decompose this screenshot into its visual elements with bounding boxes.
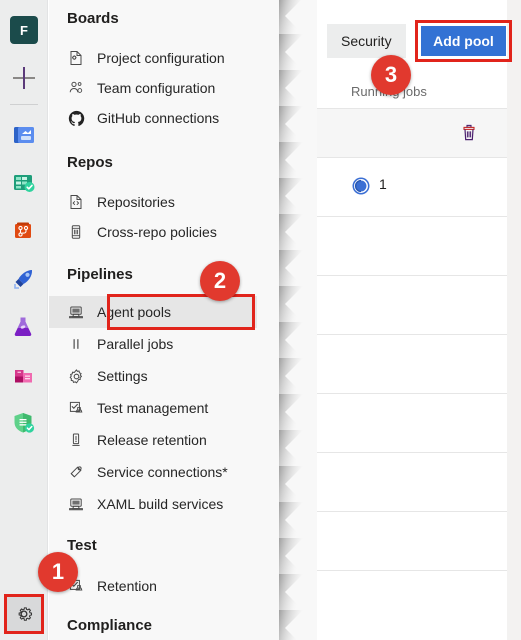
nav-item-settings[interactable]: Settings [49,362,148,390]
rail-item-boards[interactable] [0,111,48,159]
pool-status-icon [351,176,371,196]
test-plans-flask-icon [14,317,32,337]
callout-badge-1: 1 [38,552,78,592]
table-row-divider [317,334,507,335]
nav-section-pipelines: Pipelines [67,266,133,283]
nav-item-label: Project configuration [97,50,225,66]
nav-item-label: Repositories [97,194,175,210]
nav-item-label: Cross-repo policies [97,224,217,240]
delete-icon[interactable] [459,123,479,143]
table-row-toolbar[interactable] [317,108,507,158]
nav-section-boards: Boards [67,10,119,27]
artifacts-icon [15,370,32,383]
parallel-jobs-icon [67,335,85,353]
rail-item-pipelines[interactable] [0,255,48,303]
boards-icon [14,127,34,143]
nav-item-parallel-jobs[interactable]: Parallel jobs [49,330,173,358]
pool-running-jobs-count: 1 [379,176,387,192]
rail-item-artifacts[interactable] [0,351,48,399]
create-new-button[interactable] [0,54,48,102]
table-row-divider [317,511,507,512]
repos-icon [15,222,31,238]
nav-item-label: Release retention [97,432,207,448]
repositories-icon [67,193,85,211]
table-row-divider [317,393,507,394]
nav-item-xaml-build-services[interactable]: XAML build services [49,490,223,518]
content-tabbar: Security Add pool [317,20,521,62]
nav-item-repositories[interactable]: Repositories [49,188,175,216]
project-settings-button[interactable] [4,594,44,634]
nav-item-label: XAML build services [97,496,224,512]
table-row[interactable]: 1 [317,158,507,216]
github-icon [67,109,85,127]
nav-item-project-configuration[interactable]: Project configuration [49,44,225,72]
org-initial: F [10,16,38,44]
torn-edge-decoration [279,0,303,640]
agent-pools-content: Security Add pool Running jobs 1 [317,0,521,640]
nav-section-compliance: Compliance [67,617,153,634]
nav-item-label: Parallel jobs [97,336,174,352]
nav-item-label: GitHub connections [97,110,220,126]
nav-item-label: Settings [97,368,148,384]
nav-item-service-connections[interactable]: Service connections* [49,458,228,486]
agent-pools-icon [67,303,85,321]
team-configuration-icon [67,79,85,97]
content-scrollbar-track[interactable] [507,0,521,640]
table-row-divider [317,570,507,571]
security-shield-icon [14,413,35,433]
gear-icon [18,607,33,621]
project-configuration-icon [67,49,85,67]
screenshot-root: F Boards Project configuration Team conf… [0,0,521,640]
agent-pools-grid: Running jobs 1 [317,62,507,640]
callout-badge-2: 2 [200,261,240,301]
nav-item-github-connections[interactable]: GitHub connections [49,104,219,132]
nav-item-cross-repo-policies[interactable]: Cross-repo policies [49,218,217,246]
tab-security-label: Security [341,33,392,49]
nav-section-repos: Repos [67,154,113,171]
nav-item-team-configuration[interactable]: Team configuration [49,74,215,102]
callout-badge-3: 3 [371,55,411,95]
xaml-build-services-icon [67,495,85,513]
rail-item-security[interactable] [0,399,48,447]
test-management-icon [67,399,85,417]
add-pool-button[interactable]: Add pool [421,26,506,56]
app-rail: F [0,0,48,640]
nav-section-test: Test [67,537,97,554]
cross-repo-policies-icon [67,223,85,241]
test-plans-grid-icon [14,175,35,192]
org-avatar[interactable]: F [0,6,48,54]
nav-item-label: Test management [97,400,209,416]
nav-item-label: Team configuration [97,80,216,96]
rail-divider [9,104,38,105]
rail-item-test-plans[interactable] [0,303,48,351]
table-row-divider [317,216,507,217]
plus-icon [13,67,35,89]
table-row-divider [317,275,507,276]
service-connections-icon [67,463,85,481]
table-row-divider [317,452,507,453]
rail-item-repos[interactable] [0,207,48,255]
release-retention-icon [67,431,85,449]
nav-item-label: Service connections* [97,464,228,480]
settings-gear-icon [67,367,85,385]
pipelines-rocket-icon [14,270,33,289]
tab-security[interactable]: Security [327,24,406,58]
settings-nav: Boards Project configuration Team config… [49,0,317,640]
rail-item-test-plans-grid[interactable] [0,159,48,207]
nav-item-test-management[interactable]: Test management [49,394,208,422]
nav-item-agent-pools[interactable]: Agent pools [49,298,171,326]
nav-item-label: Agent pools [97,304,171,320]
nav-item-label: Retention [97,578,157,594]
nav-item-release-retention[interactable]: Release retention [49,426,207,454]
